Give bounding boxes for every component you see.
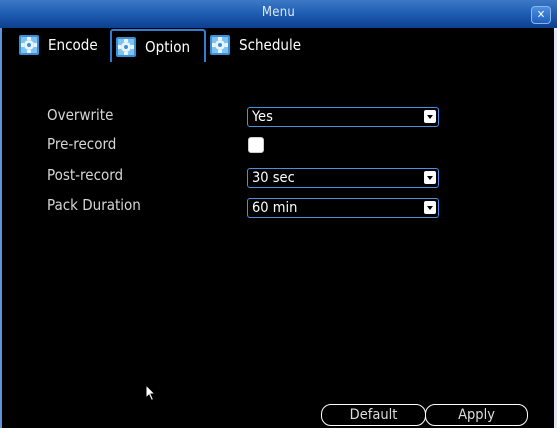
gear-icon: [210, 35, 230, 55]
tab-label: Schedule: [239, 36, 302, 54]
chevron-down-icon[interactable]: [424, 110, 436, 123]
close-button[interactable]: ✕: [531, 6, 551, 24]
overwrite-value: Yes: [252, 109, 273, 125]
apply-button[interactable]: Apply: [425, 404, 528, 426]
pre-record-checkbox[interactable]: [248, 137, 264, 153]
mouse-pointer-icon: [145, 384, 157, 402]
default-button[interactable]: Default: [321, 404, 426, 426]
window-title: Menu: [261, 5, 296, 20]
post-record-label: Post-record: [47, 166, 124, 184]
window-border-left: [0, 28, 2, 428]
gear-icon: [116, 36, 136, 57]
pack-duration-select[interactable]: 60 min: [247, 198, 439, 218]
overwrite-label: Overwrite: [47, 106, 114, 124]
tab-bar: Encode Option Schedule: [0, 28, 557, 62]
chevron-down-icon[interactable]: [424, 171, 436, 184]
overwrite-select[interactable]: Yes: [247, 107, 439, 127]
pack-duration-value: 60 min: [252, 200, 298, 216]
tab-schedule[interactable]: Schedule: [209, 28, 301, 62]
tab-label: Option: [145, 37, 191, 56]
gear-icon: [19, 35, 39, 55]
settings-window: Menu ✕ Encode Option Schedule Overwrite …: [0, 0, 557, 428]
post-record-value: 30 sec: [252, 170, 295, 186]
title-bar: Menu ✕: [0, 0, 557, 28]
tab-option[interactable]: Option: [110, 29, 206, 62]
tab-encode[interactable]: Encode: [18, 28, 98, 62]
post-record-select[interactable]: 30 sec: [247, 168, 439, 188]
tab-label: Encode: [48, 36, 98, 54]
chevron-down-icon[interactable]: [424, 201, 436, 214]
pack-duration-label: Pack Duration: [47, 196, 141, 214]
pre-record-label: Pre-record: [47, 135, 117, 153]
